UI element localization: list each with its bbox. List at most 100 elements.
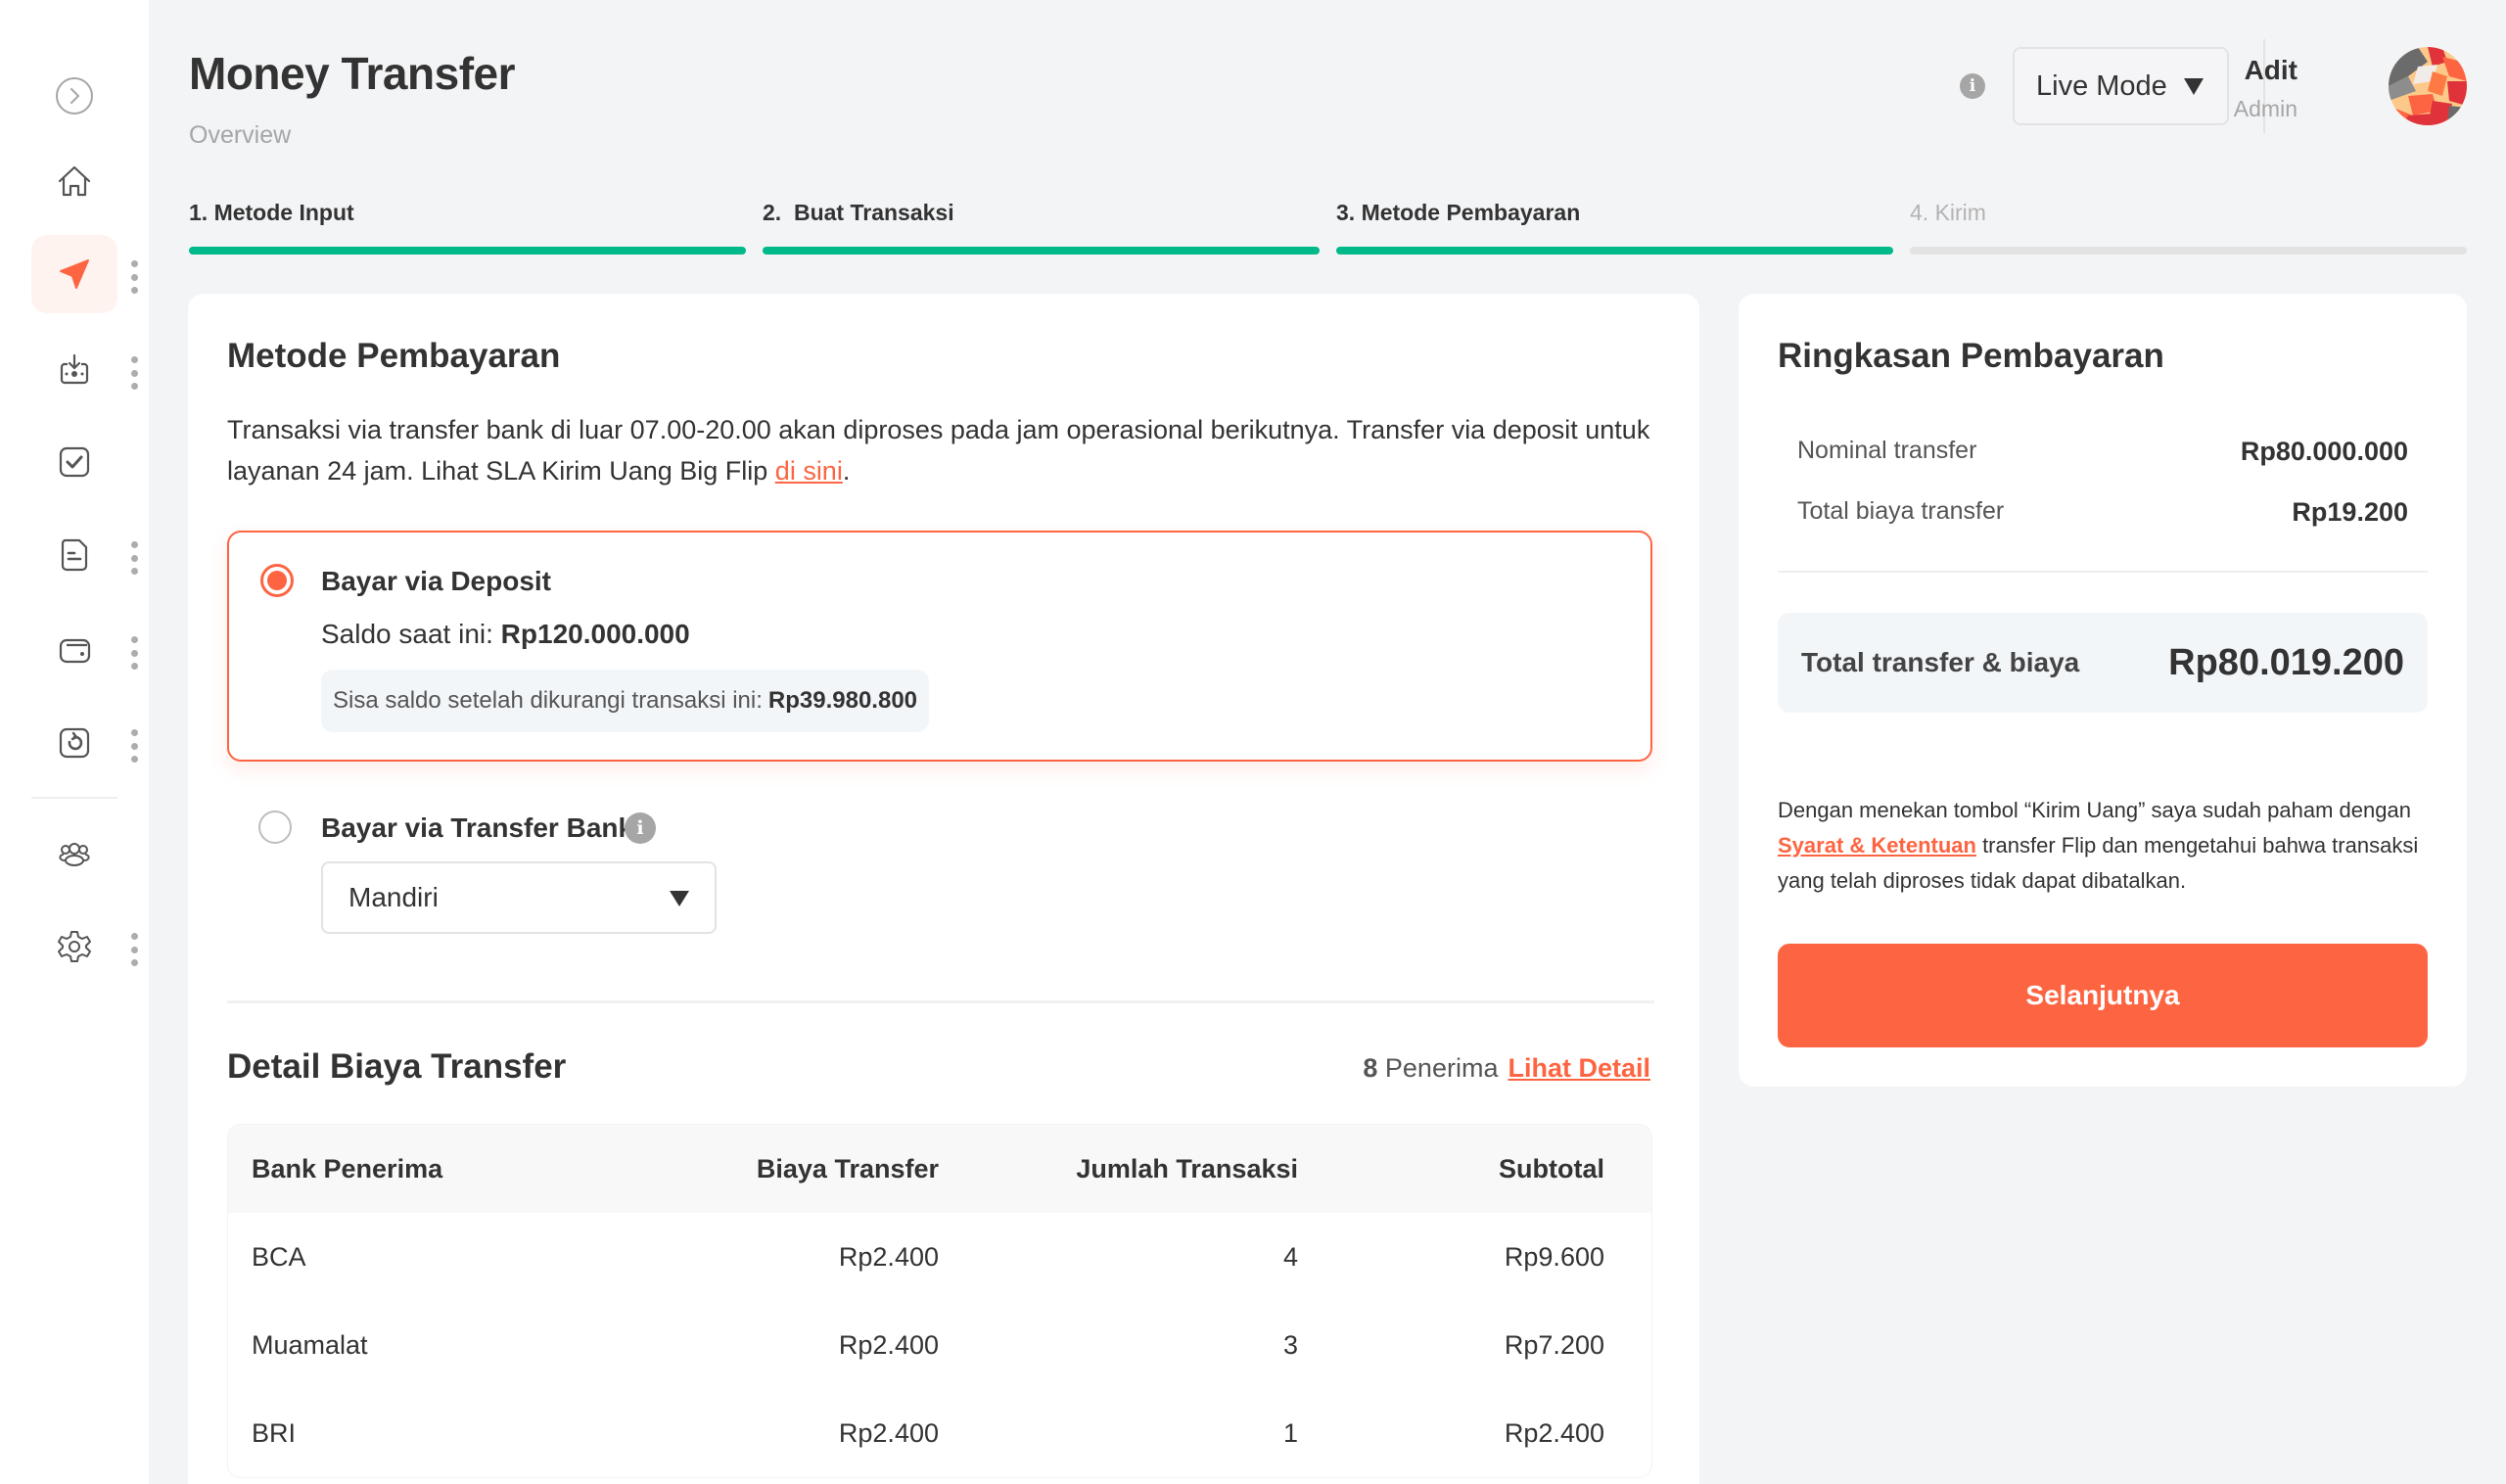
sidebar-menu-reports[interactable] [128, 541, 140, 575]
total-label: Total transfer & biaya [1801, 647, 2080, 677]
balance-value: Rp120.000.000 [500, 619, 690, 649]
refresh-icon [59, 727, 90, 759]
sla-link[interactable]: di sini [775, 456, 843, 486]
bank-name: BCA [252, 1241, 306, 1272]
summary-divider [1778, 571, 2428, 573]
section-divider [227, 1000, 1654, 1003]
chevron-right-circle-icon [56, 77, 93, 115]
transfer-fee: Rp2.400 [838, 1241, 939, 1272]
transaction-count: 1 [1282, 1417, 1298, 1448]
recipient-summary: 8 Penerima Lihat Detail [1363, 1053, 1650, 1084]
bank-transfer-radio[interactable] [258, 811, 292, 844]
column-header: Jumlah Transaksi [1076, 1153, 1298, 1183]
summary-title: Ringkasan Pembayaran [1778, 337, 2164, 375]
gear-icon [58, 931, 91, 962]
current-balance: Saldo saat ini: Rp120.000.000 [321, 619, 690, 650]
users-icon [59, 843, 90, 866]
view-detail-link[interactable]: Lihat Detail [1508, 1053, 1650, 1083]
sidebar-menu-receive[interactable] [128, 356, 140, 390]
fee-table: Bank Penerima Biaya Transfer Jumlah Tran… [227, 1124, 1652, 1478]
nominal-label: Nominal transfer [1797, 437, 1977, 464]
sidebar-menu-settings[interactable] [128, 933, 140, 966]
step-2: 2. Buat Transaksi [763, 200, 1320, 255]
remaining-value: Rp39.980.800 [767, 687, 918, 714]
caret-down-icon [670, 891, 689, 906]
step-1: 1. Metode Input [189, 200, 746, 255]
sidebar-menu-wallet[interactable] [128, 636, 140, 670]
subtotal: Rp9.600 [1504, 1241, 1604, 1272]
step-progress-bar [189, 247, 746, 255]
bank-select[interactable]: Mandiri [321, 861, 717, 934]
fee-label: Total biaya transfer [1797, 497, 2005, 525]
info-icon[interactable]: i [625, 812, 656, 844]
step-4: 4. Kirim [1910, 200, 2467, 255]
sidebar-item-expand[interactable] [31, 57, 117, 135]
total-value: Rp80.019.200 [2168, 641, 2404, 683]
fee-row: Total biaya transfer Rp19.200 [1797, 497, 2408, 528]
sidebar-item-refund[interactable] [31, 704, 117, 782]
transfer-fee: Rp2.400 [838, 1329, 939, 1360]
sidebar-item-users[interactable] [31, 814, 117, 893]
home-icon [58, 165, 91, 197]
user-name[interactable]: Adit [2245, 55, 2297, 86]
deposit-radio[interactable] [260, 564, 294, 597]
user-role: Admin [2233, 96, 2297, 121]
page-title: Money Transfer [189, 48, 516, 99]
mode-select[interactable]: Live Mode [2013, 47, 2229, 125]
table-header: Bank Penerima Biaya Transfer Jumlah Tran… [228, 1125, 1651, 1213]
recipient-label: Penerima [1384, 1053, 1499, 1083]
terms-link[interactable]: Syarat & Ketentuan [1778, 833, 1976, 858]
table-row: Muamalat Rp2.400 3 Rp7.200 [228, 1301, 1651, 1389]
sidebar-menu-refund[interactable] [128, 729, 140, 763]
column-header: Bank Penerima [252, 1153, 443, 1183]
remaining-label: Sisa saldo setelah dikurangi transaksi i… [333, 687, 763, 714]
nominal-row: Nominal transfer Rp80.000.000 [1797, 437, 2408, 467]
step-progress-bar [1336, 247, 1893, 255]
bank-select-value: Mandiri [348, 882, 439, 912]
deposit-option[interactable]: Bayar via Deposit Saldo saat ini: Rp120.… [227, 531, 1652, 762]
info-icon[interactable]: i [1960, 73, 1985, 99]
nominal-value: Rp80.000.000 [2240, 437, 2408, 466]
inbox-download-icon [60, 353, 89, 385]
caret-down-icon [2184, 78, 2204, 95]
deposit-label: Bayar via Deposit [321, 566, 551, 596]
total-box: Total transfer & biaya Rp80.019.200 [1778, 613, 2428, 713]
sidebar-item-money-transfer[interactable] [31, 235, 117, 313]
remaining-balance: Sisa saldo setelah dikurangi transaksi i… [321, 670, 930, 732]
payment-description: Transaksi via transfer bank di luar 07.0… [227, 409, 1666, 491]
table-row: BRI Rp2.400 1 Rp2.400 [228, 1389, 1651, 1477]
mode-select-value: Live Mode [2036, 70, 2167, 102]
fee-detail-title: Detail Biaya Transfer [227, 1047, 567, 1086]
avatar[interactable] [2389, 47, 2467, 125]
recipient-count: 8 [1363, 1053, 1378, 1083]
sidebar-item-approval[interactable] [31, 423, 117, 501]
table-row: BCA Rp2.400 4 Rp9.600 [228, 1213, 1651, 1301]
sidebar-menu-money-transfer[interactable] [128, 260, 140, 294]
sidebar-divider [31, 797, 117, 799]
transaction-count: 4 [1282, 1241, 1298, 1272]
balance-label: Saldo saat ini: [321, 619, 501, 649]
next-button[interactable]: Selanjutnya [1778, 944, 2428, 1047]
step-label: 1. Metode Input [189, 200, 354, 225]
sidebar-item-home[interactable] [31, 142, 117, 220]
bank-name: BRI [252, 1417, 297, 1448]
step-label: 4. Kirim [1910, 200, 1986, 225]
column-header: Biaya Transfer [756, 1153, 939, 1183]
sidebar-item-wallet[interactable] [31, 611, 117, 689]
sidebar-item-settings[interactable] [31, 907, 117, 986]
sidebar-item-receive[interactable] [31, 331, 117, 409]
sidebar-item-reports[interactable] [31, 516, 117, 594]
sidebar [0, 0, 149, 1484]
wallet-icon [59, 638, 91, 664]
document-icon [61, 538, 88, 572]
transaction-count: 3 [1282, 1329, 1298, 1360]
step-progress-bar [763, 247, 1320, 255]
breadcrumb: Overview [189, 121, 292, 149]
bank-name: Muamalat [252, 1329, 368, 1360]
terms-text: Dengan menekan tombol “Kirim Uang” saya … [1778, 793, 2434, 899]
step-label: 2. Buat Transaksi [763, 200, 954, 225]
bank-transfer-label[interactable]: Bayar via Transfer Bank [321, 812, 633, 844]
fee-value: Rp19.200 [2292, 497, 2408, 527]
subtotal: Rp2.400 [1504, 1417, 1604, 1448]
step-label: 3. Metode Pembayaran [1336, 200, 1581, 225]
